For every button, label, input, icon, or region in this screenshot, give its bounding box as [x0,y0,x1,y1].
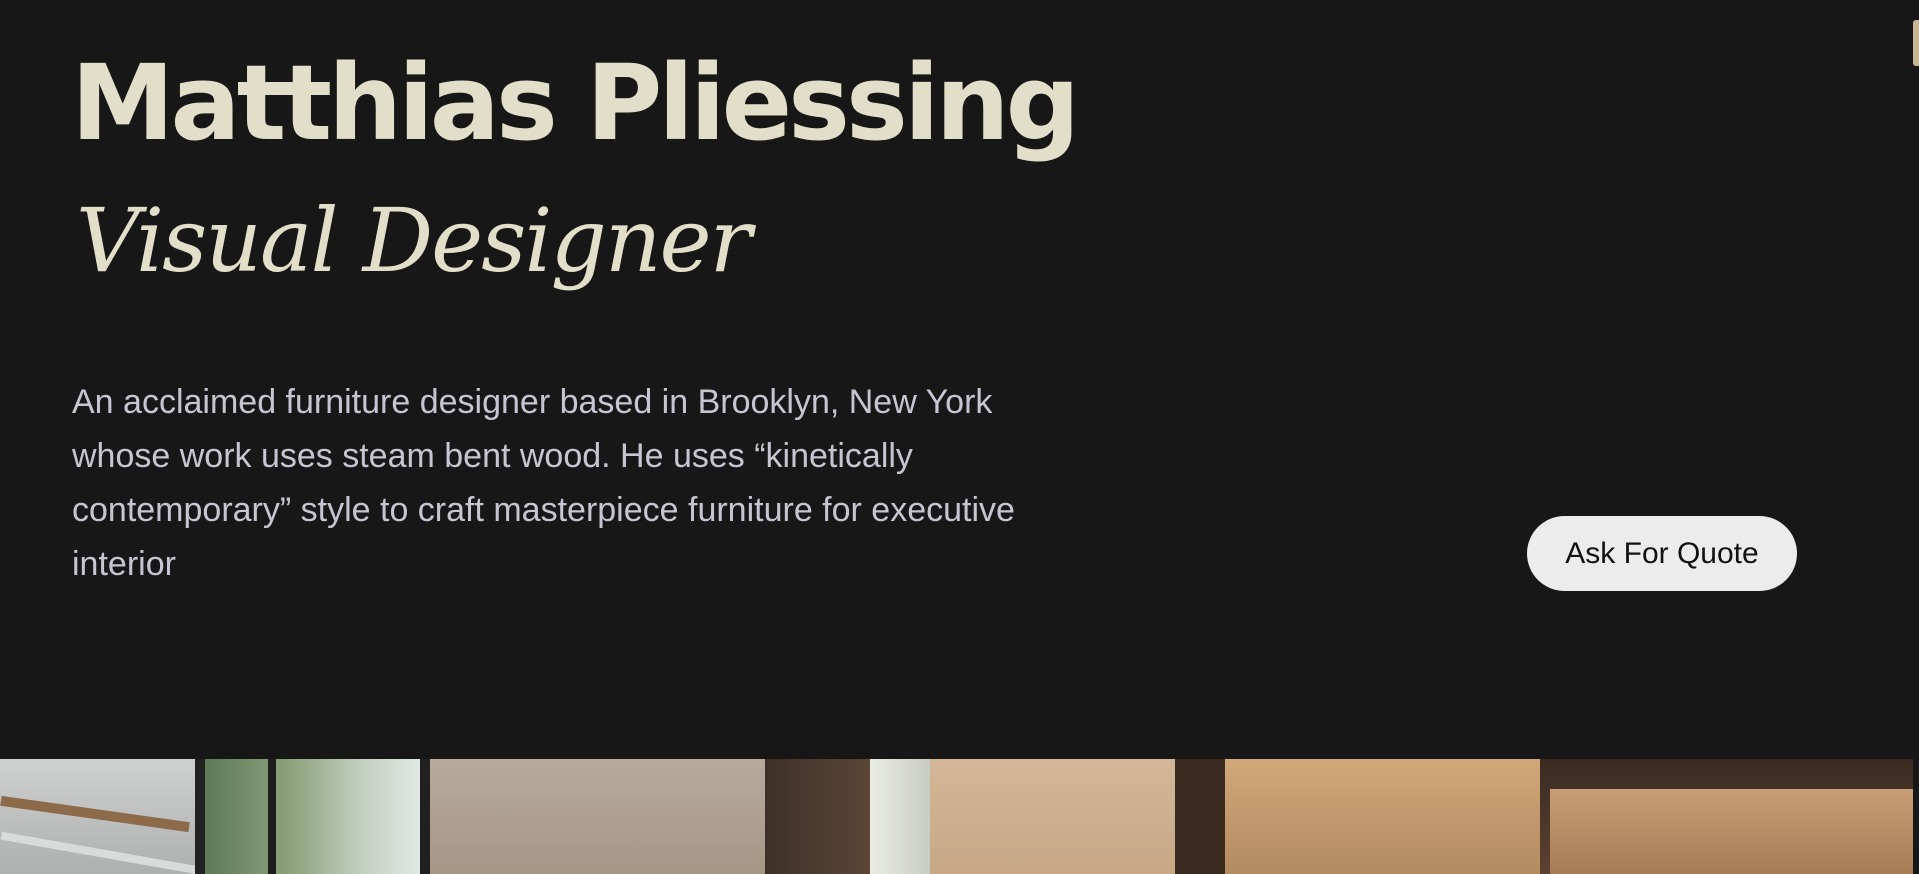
scrollbar-thumb[interactable] [1913,20,1919,66]
hero-section: Matthias Pliessing Visual Designer An ac… [0,0,1919,759]
designer-bio: An acclaimed furniture designer based in… [72,383,1015,583]
interior-photo [0,759,1913,874]
ask-for-quote-button[interactable]: Ask For Quote [1527,516,1797,591]
designer-role: Visual Designer [76,189,752,292]
designer-name: Matthias Pliessing [71,42,1080,164]
